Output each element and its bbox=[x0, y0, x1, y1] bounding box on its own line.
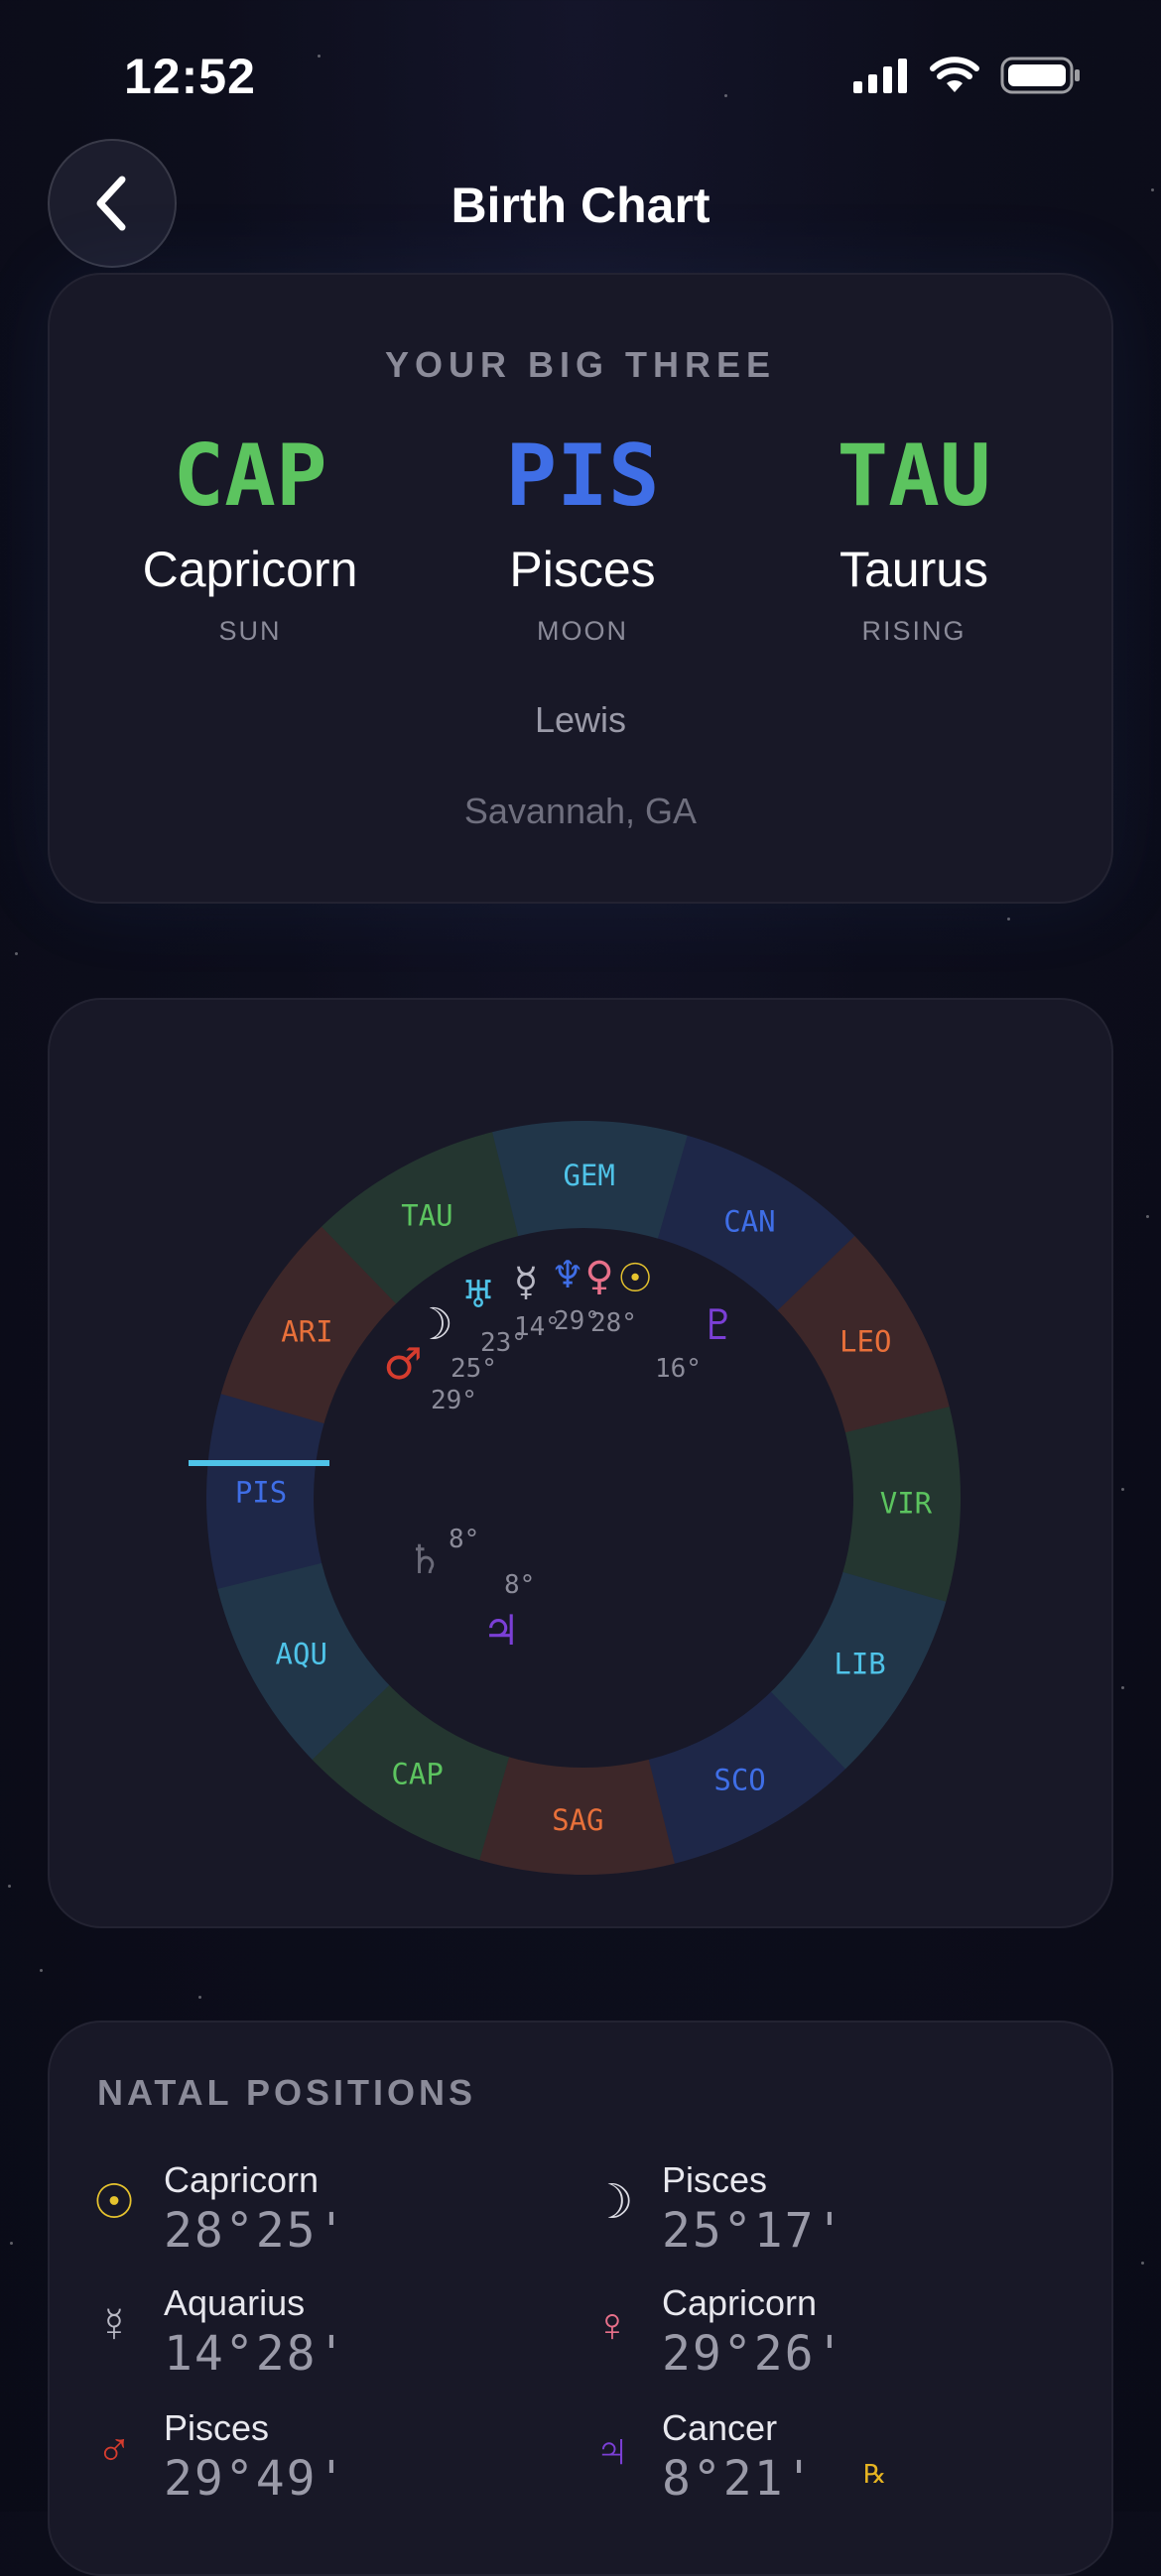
zodiac-label-aqu: AQU bbox=[276, 1638, 327, 1671]
zodiac-label-vir: VIR bbox=[880, 1487, 933, 1521]
chart-wheel-card: ARI TAU GEM CAN LEO VIR LIB SCO SAG CAP AQU PIS ☉ ♀… bbox=[48, 998, 1113, 1928]
position-venus[interactable]: ♀ Capricorn 29°26' bbox=[578, 2282, 1034, 2392]
chart-wheel[interactable]: ARI TAU GEM CAN LEO VIR LIB SCO SAG CAP AQU PIS ☉ ♀… bbox=[50, 1000, 1115, 1930]
venus-glyph: ♀ bbox=[584, 1254, 613, 1299]
sun-icon: ☉ bbox=[92, 2176, 136, 2229]
zodiac-label-pis: PIS bbox=[235, 1475, 287, 1509]
zodiac-label-tau: TAU bbox=[401, 1199, 452, 1233]
zodiac-label-can: CAN bbox=[723, 1204, 775, 1238]
rising-sign: TAU Taurus RISING bbox=[745, 433, 1083, 647]
degree-label: 8° bbox=[449, 1525, 479, 1554]
position-sign: Capricorn bbox=[662, 2282, 818, 2323]
rising-sign-name: Taurus bbox=[838, 542, 989, 597]
zodiac-label-sag: SAG bbox=[552, 1803, 603, 1837]
moon-sign-abbr: PIS bbox=[505, 427, 660, 526]
degree-label: 29° bbox=[431, 1386, 477, 1415]
sun-sign-abbr: CAP bbox=[173, 427, 327, 526]
mars-glyph: ♂ bbox=[383, 1339, 422, 1390]
position-degree: 8°21' bbox=[662, 2451, 816, 2507]
mercury-icon: ☿ bbox=[96, 2299, 132, 2352]
moon-sign-name: Pisces bbox=[509, 542, 656, 597]
page-title: Birth Chart bbox=[451, 178, 710, 233]
position-moon[interactable]: ☽ Pisces 25°17' bbox=[578, 2159, 1034, 2269]
position-sun[interactable]: ☉ Capricorn 28°25' bbox=[79, 2159, 536, 2269]
zodiac-label-lib: LIB bbox=[834, 1647, 885, 1680]
moon-sign: PIS Pisces MOON bbox=[414, 433, 751, 647]
position-sign: Pisces bbox=[662, 2159, 768, 2200]
position-sign: Cancer bbox=[662, 2407, 778, 2448]
rising-sign-abbr: TAU bbox=[837, 427, 991, 526]
sun-sign: CAP Capricorn SUN bbox=[81, 433, 419, 647]
zodiac-label-leo: LEO bbox=[839, 1324, 891, 1358]
pluto-glyph: ♇ bbox=[700, 1300, 737, 1349]
position-sign: Aquarius bbox=[164, 2282, 306, 2323]
degree-label: 8° bbox=[504, 1570, 535, 1600]
position-degree: 25°17' bbox=[662, 2203, 846, 2259]
moon-sign-role: MOON bbox=[537, 616, 628, 646]
position-degree: 14°28' bbox=[164, 2326, 348, 2382]
position-mars[interactable]: ♂ Pisces 29°49' bbox=[79, 2407, 536, 2516]
position-degree: 28°25' bbox=[164, 2203, 348, 2259]
mars-icon: ♂ bbox=[96, 2424, 132, 2477]
big-three-card: YOUR BIG THREE CAP Capricorn SUN PIS Pis… bbox=[48, 273, 1113, 904]
position-sign: Capricorn bbox=[164, 2159, 320, 2200]
uranus-glyph: ♅ bbox=[461, 1273, 495, 1316]
person-name: Lewis bbox=[534, 699, 627, 740]
jupiter-glyph: ♃ bbox=[482, 1606, 520, 1655]
saturn-glyph: ♄ bbox=[407, 1537, 443, 1583]
zodiac-label-gem: GEM bbox=[563, 1159, 614, 1192]
big-three-heading: YOUR BIG THREE bbox=[384, 344, 777, 385]
zodiac-label-sco: SCO bbox=[713, 1763, 765, 1796]
battery-icon bbox=[1000, 57, 1080, 94]
retrograde-badge: ℞ bbox=[863, 2459, 887, 2489]
position-jupiter[interactable]: ♃ Cancer 8°21' ℞ bbox=[578, 2407, 1034, 2516]
position-degree: 29°26' bbox=[662, 2326, 846, 2382]
sun-sign-role: SUN bbox=[218, 616, 282, 646]
natal-positions-card: NATAL POSITIONS ☉ Capricorn 28°25' ☽ Pis… bbox=[48, 2021, 1113, 2576]
position-degree: 29°49' bbox=[164, 2451, 348, 2507]
venus-icon: ♀ bbox=[594, 2299, 630, 2352]
jupiter-icon: ♃ bbox=[594, 2424, 630, 2477]
cellular-signal-icon bbox=[853, 59, 907, 93]
neptune-glyph: ♆ bbox=[551, 1253, 584, 1296]
status-icons bbox=[853, 56, 1082, 95]
birth-place: Savannah, GA bbox=[463, 791, 698, 831]
zodiac-label-ari: ARI bbox=[281, 1315, 332, 1349]
position-sign: Pisces bbox=[164, 2407, 270, 2448]
wifi-icon bbox=[930, 57, 979, 92]
zodiac-label-cap: CAP bbox=[391, 1758, 443, 1791]
position-mercury[interactable]: ☿ Aquarius 14°28' bbox=[79, 2282, 536, 2392]
degree-label: 16° bbox=[655, 1354, 702, 1384]
moon-icon: ☽ bbox=[590, 2176, 634, 2229]
mercury-glyph: ☿ bbox=[514, 1260, 539, 1305]
sun-glyph: ☉ bbox=[617, 1256, 653, 1301]
sun-sign-name: Capricorn bbox=[142, 542, 358, 597]
degree-label: 25° bbox=[451, 1354, 497, 1384]
rising-sign-role: RISING bbox=[861, 616, 967, 646]
degree-label: 28° bbox=[590, 1308, 637, 1338]
status-time: 12:52 bbox=[124, 49, 256, 104]
natal-positions-heading: NATAL POSITIONS bbox=[97, 2072, 477, 2113]
